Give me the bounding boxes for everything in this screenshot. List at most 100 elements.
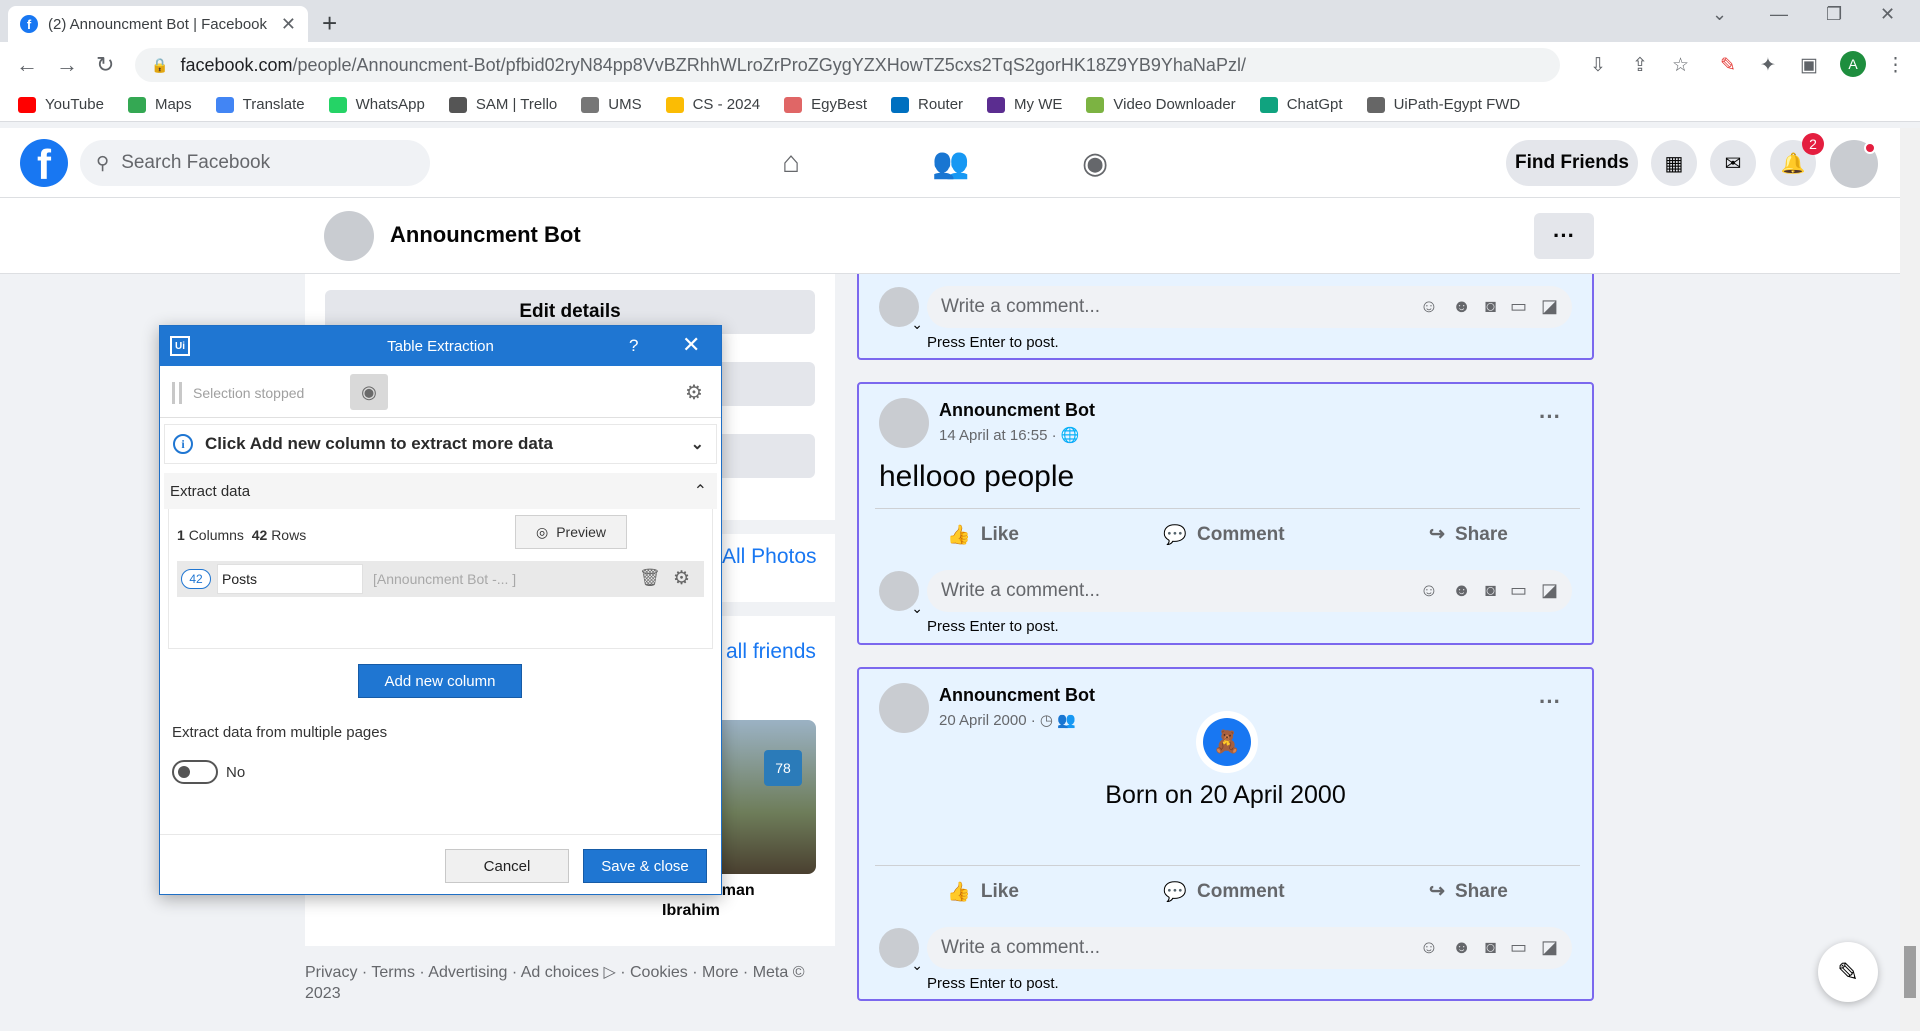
bookmark-sam-trello[interactable]: SAM | Trello [448, 96, 557, 113]
commenter-avatar[interactable] [879, 928, 923, 974]
tab-search-icon[interactable]: ⌄ [1712, 4, 1727, 25]
pause-icon[interactable] [172, 382, 182, 404]
help-button[interactable]: ? [629, 336, 638, 356]
emoji-icon[interactable]: ☻ [1452, 937, 1471, 958]
avatar-sticker-icon[interactable]: ☺ [1420, 296, 1438, 317]
camera-icon[interactable]: ◙ [1485, 296, 1496, 317]
facebook-logo-icon[interactable]: f [20, 139, 68, 187]
chevron-down-icon[interactable]: ⌄ [691, 434, 704, 454]
bookmark-egybest[interactable]: EgyBest [784, 96, 867, 113]
page-footer[interactable]: Privacy · Terms · Advertising · Ad choic… [305, 962, 825, 1004]
avatar-sticker-icon[interactable]: ☺ [1420, 937, 1438, 958]
bookmark-my-we[interactable]: My WE [987, 96, 1062, 113]
restore-icon[interactable]: ❐ [1826, 4, 1842, 25]
cancel-button[interactable]: Cancel [445, 849, 569, 883]
post-author-avatar[interactable] [879, 398, 929, 448]
bookmark-video-downloader[interactable]: Video Downloader [1086, 96, 1236, 113]
like-button[interactable]: 👍 Like [947, 880, 1019, 904]
dialog-close-button[interactable]: ✕ [682, 332, 700, 358]
save-close-button[interactable]: Save & close [583, 849, 707, 883]
friends-icon[interactable]: 👥 [932, 146, 969, 181]
bookmark-cs-2024[interactable]: CS - 2024 [665, 96, 760, 113]
post-author-name[interactable]: Announcment Bot [939, 685, 1095, 706]
side-panel-icon[interactable]: ▣ [1800, 54, 1818, 77]
friend-photo[interactable]: 78 [710, 720, 816, 874]
sticker-icon[interactable]: ◪ [1541, 296, 1558, 317]
messenger-icon[interactable]: ✉ [1710, 140, 1756, 186]
emoji-icon[interactable]: ☻ [1452, 296, 1471, 317]
comment-button[interactable]: 💬 Comment [1163, 523, 1284, 547]
dialog-title-bar[interactable]: Ui Table Extraction ? ✕ [160, 326, 721, 366]
pen-extension-icon[interactable]: ✎ [1720, 54, 1736, 77]
menu-icon[interactable]: ⋮ [1886, 54, 1905, 77]
settings-gear-icon[interactable]: ⚙ [685, 380, 703, 405]
profile-name[interactable]: Announcment Bot [390, 222, 581, 248]
post-options-button[interactable]: ··· [1539, 689, 1561, 715]
profile-more-button[interactable]: ··· [1534, 213, 1594, 259]
bookmark-router[interactable]: Router [891, 96, 963, 113]
groups-icon[interactable]: ◉ [1082, 146, 1108, 181]
like-button[interactable]: 👍 Like [947, 523, 1019, 547]
address-bar[interactable]: 🔒 facebook.com/people/Announcment-Bot/pf… [135, 48, 1560, 82]
page-scrollbar[interactable] [1900, 128, 1920, 1031]
emoji-icon[interactable]: ☻ [1452, 580, 1471, 601]
bookmark-star-icon[interactable]: ☆ [1672, 54, 1689, 77]
scrollbar-thumb[interactable] [1904, 946, 1916, 998]
post-options-button[interactable]: ··· [1539, 404, 1561, 430]
column-settings-icon[interactable]: ⚙ [673, 567, 690, 590]
comment-input[interactable]: Write a comment... ☺ ☻ ◙ ▭ ◪ [927, 286, 1572, 328]
add-new-column-button[interactable]: Add new column [358, 664, 522, 698]
preview-button[interactable]: ◎ Preview [515, 515, 627, 549]
commenter-avatar[interactable] [879, 287, 923, 333]
browser-profile-avatar[interactable]: A [1840, 51, 1866, 77]
highlight-eye-icon[interactable]: ◉ [350, 374, 388, 410]
new-tab-button[interactable]: + [322, 8, 337, 39]
comment-input[interactable]: Write a comment... ☺ ☻ ◙ ▭ ◪ [927, 570, 1572, 612]
avatar-sticker-icon[interactable]: ☺ [1420, 580, 1438, 601]
delete-column-icon[interactable]: 🗑 [639, 568, 661, 588]
search-input[interactable]: ⚲ Search Facebook [80, 140, 430, 186]
bookmark-youtube[interactable]: YouTube [18, 96, 104, 113]
friend-name-part-2[interactable]: Ibrahim [662, 902, 720, 920]
close-tab-icon[interactable]: ✕ [281, 14, 296, 35]
new-message-button[interactable]: ✎ [1818, 942, 1878, 1002]
menu-grid-icon[interactable]: ▦ [1651, 140, 1697, 186]
commenter-avatar[interactable] [879, 571, 923, 617]
bookmark-ums[interactable]: UMS [581, 96, 642, 113]
post-date[interactable]: 14 April at 16:55 · 🌐 [939, 426, 1079, 444]
camera-icon[interactable]: ◙ [1485, 937, 1496, 958]
column-selector[interactable]: [Announcment Bot -... ] [373, 571, 516, 587]
bookmark-uipath-egypt-fwd[interactable]: UiPath-Egypt FWD [1366, 96, 1520, 113]
find-friends-button[interactable]: Find Friends [1506, 140, 1638, 186]
home-icon[interactable]: ⌂ [782, 146, 800, 180]
camera-icon[interactable]: ◙ [1485, 580, 1496, 601]
window-close-icon[interactable]: ✕ [1880, 4, 1895, 25]
bookmark-translate[interactable]: Translate [215, 96, 305, 113]
gif-icon[interactable]: ▭ [1510, 296, 1527, 317]
info-banner[interactable]: i Click Add new column to extract more d… [164, 424, 717, 464]
extract-data-header[interactable]: Extract data ⌃ [164, 473, 717, 509]
all-photos-link[interactable]: All Photos [722, 545, 817, 569]
share-icon[interactable]: ⇪ [1632, 54, 1648, 77]
share-button[interactable]: ↪ Share [1429, 523, 1508, 546]
bookmark-chatgpt[interactable]: ChatGpt [1259, 96, 1343, 113]
column-name-input[interactable] [217, 564, 363, 594]
post-author-avatar[interactable] [879, 683, 929, 733]
profile-avatar[interactable] [324, 211, 374, 261]
forward-icon[interactable]: → [56, 52, 78, 78]
browser-tab[interactable]: f (2) Announcment Bot | Facebook ✕ [8, 6, 308, 42]
sticker-icon[interactable]: ◪ [1541, 937, 1558, 958]
reload-icon[interactable]: ↻ [96, 52, 114, 78]
sticker-icon[interactable]: ◪ [1541, 580, 1558, 601]
comment-button[interactable]: 💬 Comment [1163, 880, 1284, 904]
gif-icon[interactable]: ▭ [1510, 937, 1527, 958]
extensions-icon[interactable]: ✦ [1760, 54, 1776, 77]
chevron-up-icon[interactable]: ⌃ [694, 481, 707, 501]
minimize-icon[interactable]: — [1770, 4, 1788, 25]
install-icon[interactable]: ⇩ [1590, 54, 1606, 77]
share-button[interactable]: ↪ Share [1429, 880, 1508, 903]
post-date[interactable]: 20 April 2000 · ◷ 👥 [939, 711, 1076, 729]
back-icon[interactable]: ← [16, 52, 38, 78]
post-author-name[interactable]: Announcment Bot [939, 400, 1095, 421]
multi-pages-toggle[interactable] [172, 760, 218, 784]
